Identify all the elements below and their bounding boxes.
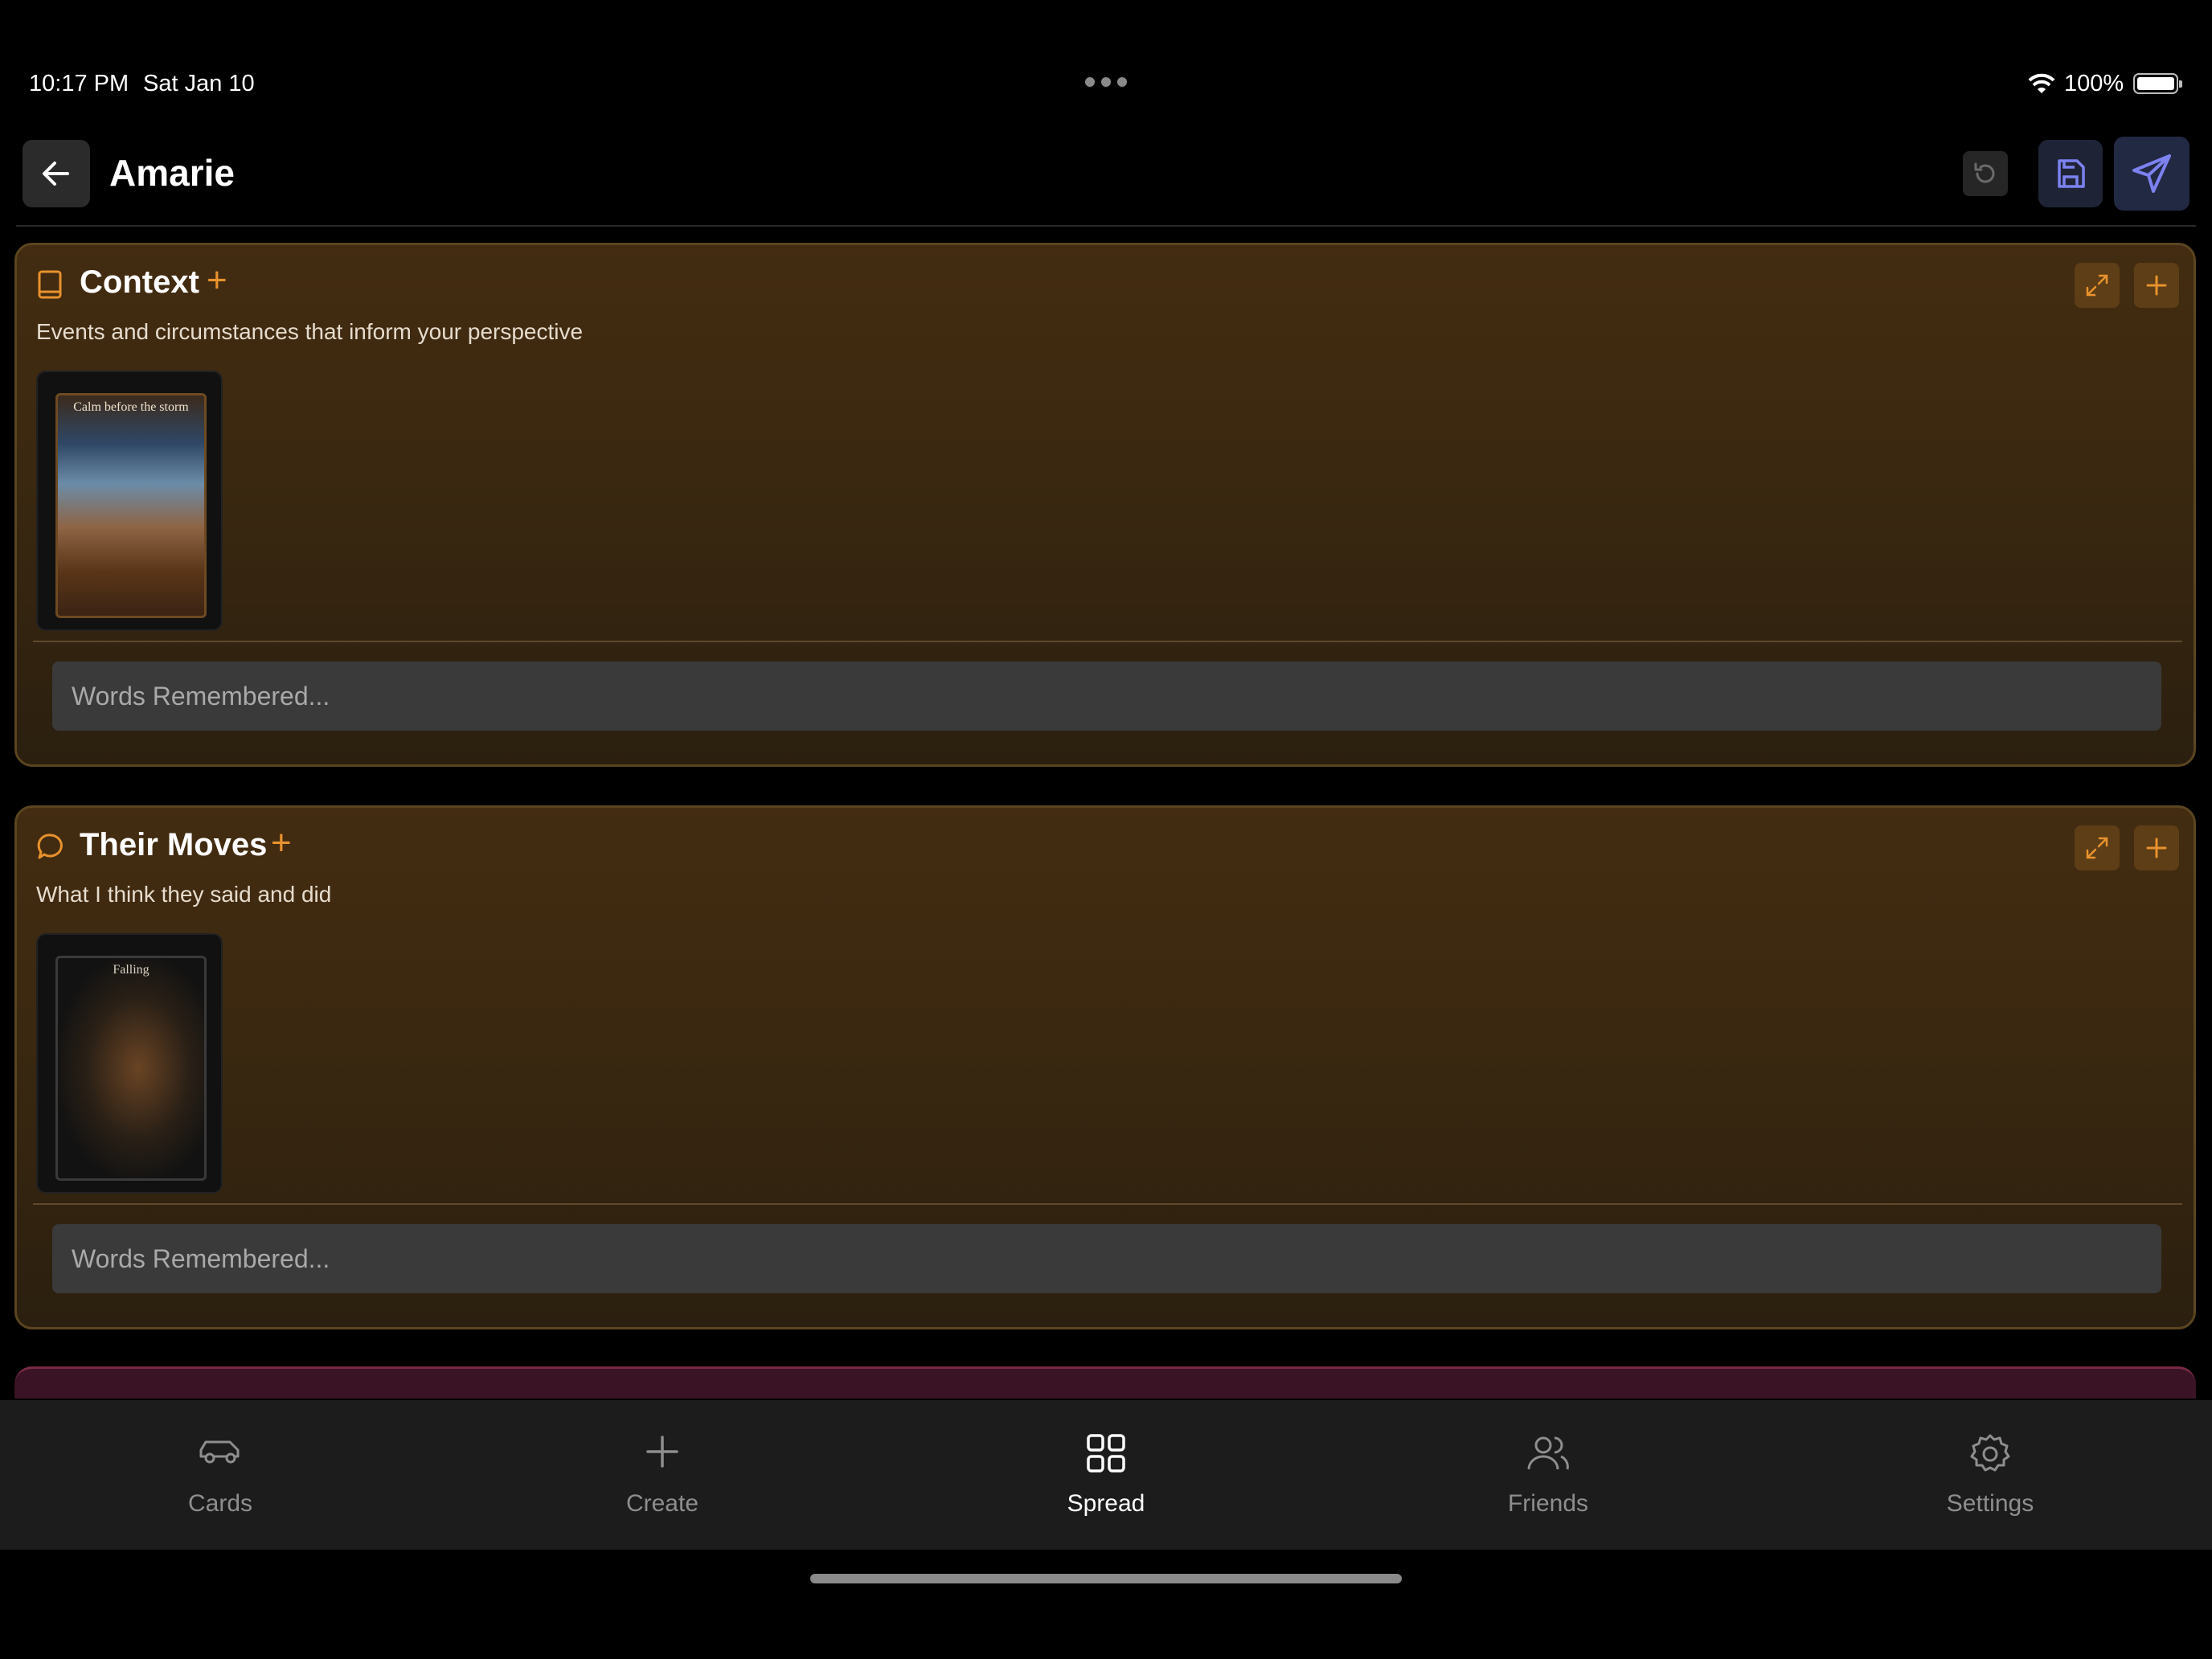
tarot-card[interactable]: Falling bbox=[36, 933, 223, 1194]
tab-bar: Cards Create Spread Friends Settings bbox=[0, 1400, 2212, 1550]
plus-icon bbox=[646, 1436, 678, 1468]
status-bar: 10:17 PM Sat Jan 10 100% bbox=[0, 59, 2212, 108]
expand-button[interactable] bbox=[2075, 825, 2120, 870]
send-button[interactable] bbox=[2114, 137, 2189, 211]
expand-button[interactable] bbox=[2075, 263, 2120, 308]
section-subtitle: Events and circumstances that inform you… bbox=[36, 319, 584, 344]
arrow-left-icon bbox=[43, 162, 69, 186]
grid-icon bbox=[1087, 1434, 1125, 1473]
card-artwork: Calm before the storm bbox=[55, 393, 207, 618]
tab-settings[interactable]: Settings bbox=[1870, 1400, 2111, 1550]
words-remembered-input[interactable] bbox=[52, 662, 2161, 731]
section-title: Context bbox=[80, 264, 199, 300]
tab-friends[interactable]: Friends bbox=[1428, 1400, 1669, 1550]
status-time: 10:17 PM bbox=[29, 71, 129, 96]
tarot-card[interactable]: Calm before the storm bbox=[36, 371, 223, 631]
tab-label: Friends bbox=[1507, 1490, 1589, 1517]
section-context: Context + Events and circumstances that … bbox=[14, 243, 2196, 767]
tab-label: Cards bbox=[187, 1490, 253, 1517]
tab-cards[interactable]: Cards bbox=[100, 1400, 341, 1550]
home-indicator[interactable] bbox=[810, 1574, 1402, 1583]
section-subtitle: What I think they said and did bbox=[36, 882, 332, 907]
floppy-disk-icon bbox=[2058, 159, 2085, 188]
add-button[interactable] bbox=[2134, 263, 2179, 308]
tab-label: Settings bbox=[1946, 1490, 2034, 1517]
plus-icon bbox=[2146, 275, 2167, 296]
status-date: Sat Jan 10 bbox=[143, 71, 255, 96]
card-artwork: Falling bbox=[55, 956, 207, 1181]
book-icon bbox=[38, 270, 62, 299]
section-divider bbox=[33, 1203, 2182, 1205]
plus-icon bbox=[2146, 838, 2167, 858]
undo-button[interactable] bbox=[1963, 151, 2008, 196]
add-button[interactable] bbox=[2134, 825, 2179, 870]
back-button[interactable] bbox=[23, 140, 90, 207]
page-title: Amarie bbox=[109, 152, 235, 194]
section-next-peek bbox=[14, 1366, 2196, 1399]
save-button[interactable] bbox=[2038, 140, 2103, 207]
card-title: Calm before the storm bbox=[73, 400, 189, 414]
multitasking-dots-icon[interactable] bbox=[1085, 77, 1127, 88]
battery-icon bbox=[2133, 73, 2182, 94]
add-card-plus[interactable]: + bbox=[271, 825, 292, 861]
header-divider bbox=[16, 225, 2196, 227]
send-icon bbox=[2132, 154, 2171, 193]
card-title: Falling bbox=[113, 963, 150, 977]
car-icon bbox=[199, 1440, 240, 1464]
rotate-ccw-icon bbox=[1974, 162, 1995, 183]
app-header: Amarie bbox=[0, 137, 2212, 223]
section-title: Their Moves bbox=[80, 827, 268, 862]
tab-spread[interactable]: Spread bbox=[985, 1400, 1227, 1550]
tab-label: Create bbox=[625, 1490, 699, 1517]
tab-label: Spread bbox=[1067, 1490, 1145, 1517]
speech-bubble-icon bbox=[37, 834, 63, 859]
words-remembered-input[interactable] bbox=[52, 1224, 2161, 1293]
add-card-plus[interactable]: + bbox=[207, 263, 227, 298]
section-their-moves: Their Moves + What I think they said and… bbox=[14, 805, 2196, 1329]
expand-icon bbox=[2086, 837, 2108, 859]
tab-create[interactable]: Create bbox=[542, 1400, 783, 1550]
users-icon bbox=[1527, 1436, 1569, 1470]
battery-percent: 100% bbox=[2064, 71, 2124, 96]
expand-icon bbox=[2086, 274, 2108, 297]
section-divider bbox=[33, 641, 2182, 642]
gear-icon bbox=[1970, 1434, 2010, 1472]
wifi-icon bbox=[2028, 73, 2055, 93]
